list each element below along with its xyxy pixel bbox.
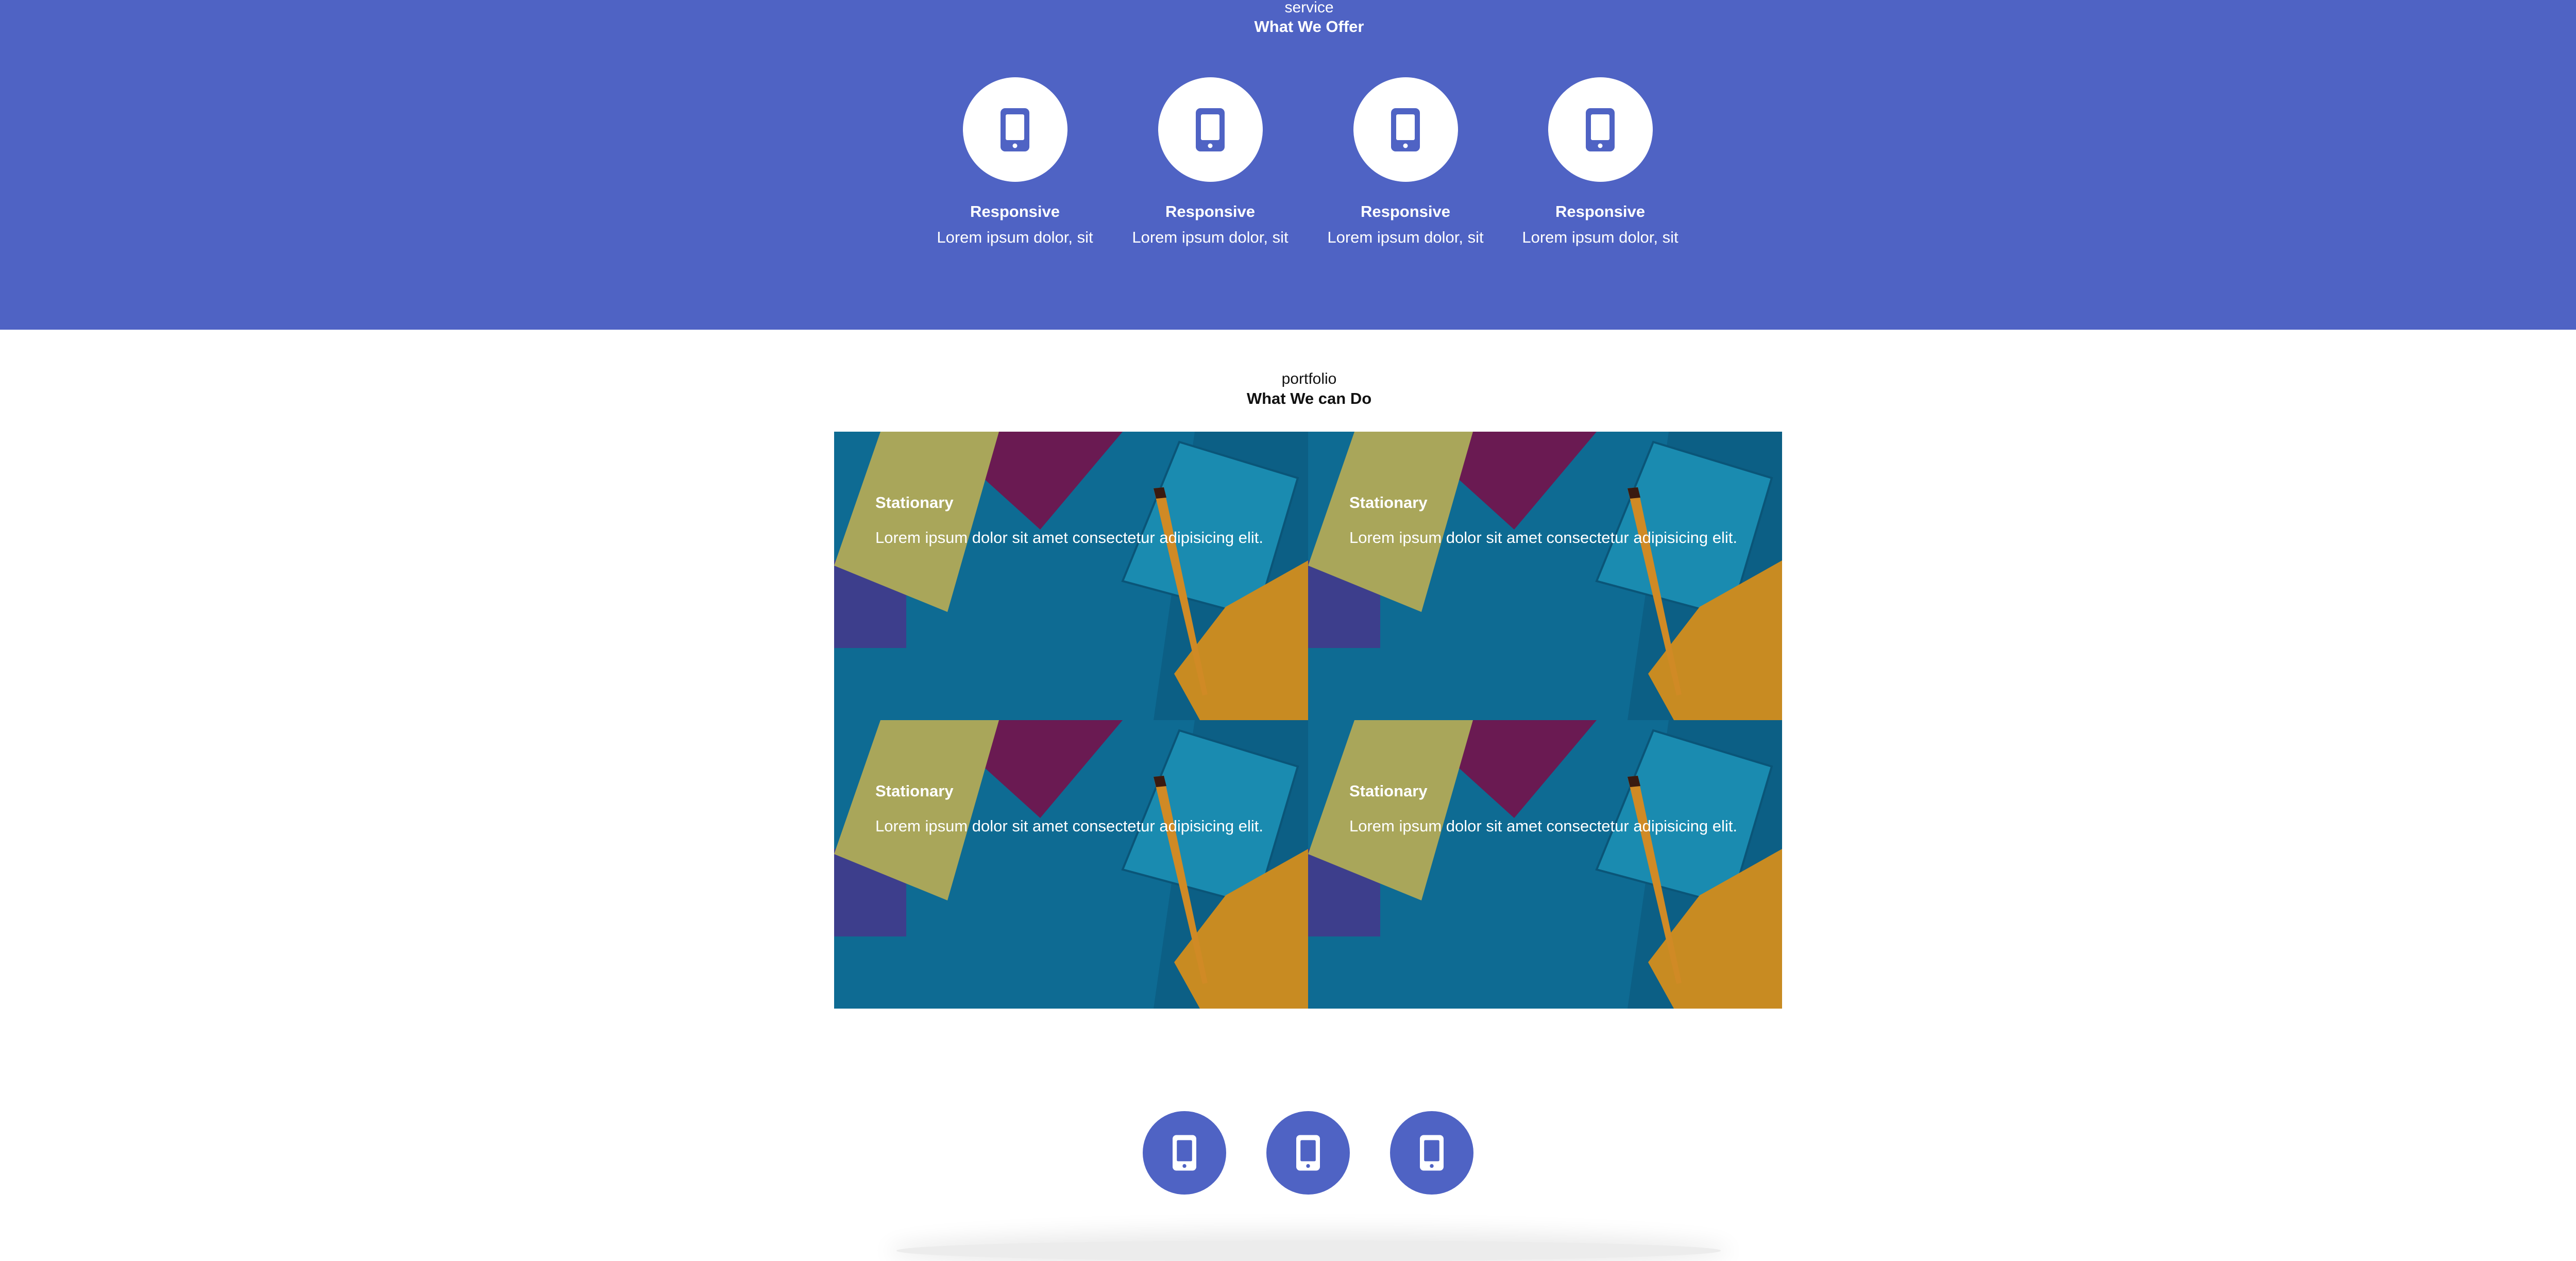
card-text: Lorem ipsum dolor sit amet consectetur a… bbox=[1349, 529, 1737, 547]
portfolio-card[interactable]: Stationary Lorem ipsum dolor sit amet co… bbox=[834, 720, 1308, 1009]
content-shadow bbox=[896, 1240, 1721, 1261]
card-text: Lorem ipsum dolor sit amet consectetur a… bbox=[875, 529, 1263, 547]
service-item-desc: Lorem ipsum dolor, sit bbox=[937, 228, 1093, 246]
service-item-title: Responsive bbox=[1360, 202, 1450, 220]
portfolio-kicker: portfolio bbox=[1281, 370, 1337, 387]
card-title: Stationary bbox=[875, 782, 954, 800]
feature-icon-button[interactable] bbox=[1390, 1111, 1473, 1195]
service-icon-circle bbox=[1548, 77, 1653, 182]
service-item-title: Responsive bbox=[1555, 202, 1645, 220]
smartphone-icon bbox=[1001, 108, 1029, 151]
service-item-desc: Lorem ipsum dolor, sit bbox=[1132, 228, 1289, 246]
service-item: Responsive Lorem ipsum dolor, sit bbox=[922, 77, 1108, 247]
service-kicker: service bbox=[1284, 0, 1334, 16]
service-item: Responsive Lorem ipsum dolor, sit bbox=[1117, 77, 1303, 247]
service-item: Responsive Lorem ipsum dolor, sit bbox=[1313, 77, 1498, 247]
feature-icon-button[interactable] bbox=[1143, 1111, 1226, 1195]
card-title: Stationary bbox=[1349, 782, 1428, 800]
portfolio-card[interactable]: Stationary Lorem ipsum dolor sit amet co… bbox=[834, 432, 1308, 720]
smartphone-icon bbox=[1391, 108, 1420, 151]
service-icon-circle bbox=[1158, 77, 1263, 182]
service-item: Responsive Lorem ipsum dolor, sit bbox=[1507, 77, 1693, 247]
stationary-photo bbox=[834, 432, 1308, 720]
smartphone-icon bbox=[1196, 108, 1225, 151]
smartphone-icon bbox=[1173, 1135, 1196, 1171]
service-icon-circle bbox=[1353, 77, 1458, 182]
smartphone-icon bbox=[1420, 1135, 1444, 1171]
portfolio-card[interactable]: Stationary Lorem ipsum dolor sit amet co… bbox=[1308, 432, 1782, 720]
stationary-photo bbox=[834, 720, 1308, 1009]
portfolio-card[interactable]: Stationary Lorem ipsum dolor sit amet co… bbox=[1308, 720, 1782, 1009]
service-item-desc: Lorem ipsum dolor, sit bbox=[1327, 228, 1484, 246]
card-text: Lorem ipsum dolor sit amet consectetur a… bbox=[875, 817, 1263, 835]
stationary-photo bbox=[1308, 432, 1782, 720]
service-item-title: Responsive bbox=[1165, 202, 1255, 220]
card-title: Stationary bbox=[1349, 493, 1428, 512]
service-section: service What We Offer Responsive Lorem i… bbox=[0, 0, 2576, 330]
stationary-photo bbox=[1308, 720, 1782, 1009]
smartphone-icon bbox=[1296, 1135, 1320, 1171]
feature-icon-button[interactable] bbox=[1266, 1111, 1350, 1195]
portfolio-grid: Stationary Lorem ipsum dolor sit amet co… bbox=[834, 432, 1782, 1009]
card-text: Lorem ipsum dolor sit amet consectetur a… bbox=[1349, 817, 1737, 835]
service-item-desc: Lorem ipsum dolor, sit bbox=[1522, 228, 1679, 246]
portfolio-header: portfolio What We can Do bbox=[0, 370, 2576, 409]
smartphone-icon bbox=[1586, 108, 1615, 151]
service-heading: What We Offer bbox=[1254, 18, 1364, 36]
portfolio-heading: What We can Do bbox=[1246, 389, 1372, 407]
service-item-title: Responsive bbox=[970, 202, 1060, 220]
card-title: Stationary bbox=[875, 493, 954, 512]
service-icon-circle bbox=[962, 77, 1067, 182]
